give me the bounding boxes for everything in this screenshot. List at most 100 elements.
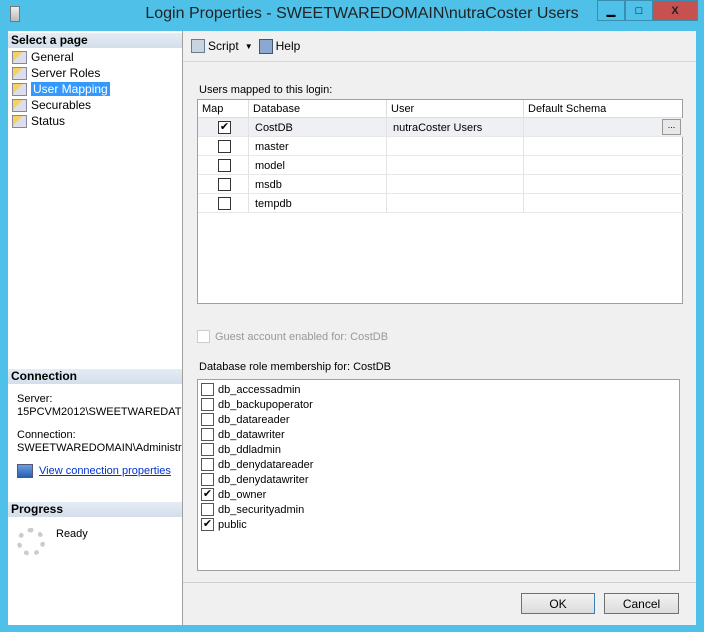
column-header-database[interactable]: Database: [249, 100, 387, 118]
sidebar-item-label: Server Roles: [31, 66, 101, 80]
role-checkbox[interactable]: [201, 428, 214, 441]
sidebar-item-label: General: [31, 50, 74, 64]
ok-button[interactable]: OK: [521, 593, 595, 614]
progress-status: Ready: [56, 528, 88, 540]
main-panel: Script ▼ Help Users mapped to this login…: [183, 31, 696, 625]
sidebar-item-securables[interactable]: Securables: [12, 97, 91, 113]
schema-cell[interactable]: [524, 175, 682, 194]
sidebar-item-general[interactable]: General: [12, 49, 74, 65]
connection-header: Connection: [8, 369, 182, 384]
role-item[interactable]: db_accessadmin: [201, 382, 301, 397]
database-cell: master: [249, 137, 387, 156]
role-checkbox[interactable]: [201, 473, 214, 486]
script-icon: [191, 39, 205, 53]
role-item[interactable]: db_backupoperator: [201, 397, 313, 412]
role-checkbox[interactable]: [201, 503, 214, 516]
users-mapped-label: Users mapped to this login:: [199, 84, 333, 96]
close-button[interactable]: X: [652, 0, 698, 21]
role-name: db_securityadmin: [218, 503, 305, 516]
sidebar-item-server-roles[interactable]: Server Roles: [12, 65, 100, 81]
page-icon: [12, 50, 27, 64]
help-icon: [258, 38, 273, 54]
table-row[interactable]: tempdb: [198, 194, 684, 213]
users-mapping-grid: Map Database User Default Schema ✔ CostD…: [197, 99, 684, 304]
view-connection-properties-link[interactable]: View connection properties: [39, 465, 171, 477]
sidebar-item-status[interactable]: Status: [12, 113, 65, 129]
column-header-user[interactable]: User: [387, 100, 524, 118]
divider: [183, 582, 696, 583]
server-value: 15PCVM2012\SWEETWAREDAT: [17, 406, 182, 418]
map-checkbox[interactable]: [218, 178, 231, 191]
sidebar-item-label: Status: [31, 114, 66, 128]
help-label: Help: [275, 39, 301, 53]
guest-checkbox-box: [197, 330, 210, 343]
role-item[interactable]: db_denydatareader: [201, 457, 313, 472]
role-name: db_denydatawriter: [218, 473, 309, 486]
minimize-button[interactable]: ▁: [597, 0, 625, 21]
role-checkbox[interactable]: [201, 458, 214, 471]
map-checkbox[interactable]: [218, 197, 231, 210]
schema-cell[interactable]: [524, 137, 682, 156]
user-cell[interactable]: [387, 175, 524, 194]
role-checkbox[interactable]: [201, 413, 214, 426]
progress-spinner-icon: [17, 528, 45, 556]
user-cell[interactable]: [387, 194, 524, 213]
role-item[interactable]: ✔ public: [201, 517, 247, 532]
role-checkbox[interactable]: [201, 383, 214, 396]
role-membership-list: db_accessadmin db_backupoperator db_datare…: [197, 379, 680, 571]
page-icon: [12, 98, 27, 112]
sidebar-item-user-mapping[interactable]: User Mapping: [12, 81, 110, 97]
user-cell[interactable]: [387, 137, 524, 156]
select-page-header: Select a page: [8, 33, 182, 48]
progress-header: Progress: [8, 502, 182, 517]
toolbar: Script ▼ Help: [183, 31, 696, 62]
role-item[interactable]: db_ddladmin: [201, 442, 281, 457]
user-cell[interactable]: [387, 156, 524, 175]
user-cell[interactable]: nutraCoster Users: [387, 118, 524, 137]
map-checkbox[interactable]: [218, 140, 231, 153]
role-name: public: [218, 518, 247, 531]
role-item[interactable]: db_datareader: [201, 412, 290, 427]
role-membership-label: Database role membership for: CostDB: [199, 361, 391, 373]
maximize-button[interactable]: □: [625, 0, 653, 21]
schema-cell[interactable]: [524, 156, 682, 175]
role-checkbox[interactable]: [201, 398, 214, 411]
schema-browse-button[interactable]: ...: [662, 119, 681, 135]
connection-properties-icon: [17, 464, 33, 478]
role-name: db_datawriter: [218, 428, 285, 441]
database-cell: msdb: [249, 175, 387, 194]
map-checkbox[interactable]: [218, 159, 231, 172]
database-cell: CostDB: [249, 118, 387, 137]
connection-value: SWEETWAREDOMAIN\Administr: [17, 442, 182, 454]
role-item[interactable]: db_datawriter: [201, 427, 285, 442]
connection-label: Connection:: [17, 429, 76, 441]
table-row[interactable]: ✔ CostDB nutraCoster Users ...: [198, 118, 684, 137]
script-dropdown-icon[interactable]: ▼: [245, 42, 253, 51]
table-row[interactable]: model: [198, 156, 684, 175]
cancel-button[interactable]: Cancel: [604, 593, 679, 614]
script-button[interactable]: Script: [191, 39, 239, 53]
page-icon: [12, 114, 27, 128]
table-row[interactable]: master: [198, 137, 684, 156]
column-header-default-schema[interactable]: Default Schema: [524, 100, 682, 118]
column-header-map[interactable]: Map: [198, 100, 249, 118]
role-checkbox[interactable]: ✔: [201, 518, 214, 531]
role-item[interactable]: db_securityadmin: [201, 502, 304, 517]
schema-cell[interactable]: [524, 118, 682, 137]
script-label: Script: [208, 39, 239, 53]
database-cell: tempdb: [249, 194, 387, 213]
sidebar-item-label: User Mapping: [31, 82, 110, 96]
role-checkbox[interactable]: ✔: [201, 488, 214, 501]
map-checkbox[interactable]: ✔: [218, 121, 231, 134]
guest-account-checkbox: Guest account enabled for: CostDB: [197, 330, 388, 343]
table-row[interactable]: msdb: [198, 175, 684, 194]
role-name: db_ddladmin: [218, 443, 281, 456]
help-button[interactable]: Help: [258, 38, 301, 54]
role-checkbox[interactable]: [201, 443, 214, 456]
guest-label: Guest account enabled for: CostDB: [215, 330, 389, 343]
schema-cell[interactable]: [524, 194, 682, 213]
role-item[interactable]: ✔ db_owner: [201, 487, 266, 502]
title-bar: Login Properties - SWEETWAREDOMAIN\nutra…: [0, 0, 704, 30]
page-icon: [12, 66, 27, 80]
role-item[interactable]: db_denydatawriter: [201, 472, 309, 487]
